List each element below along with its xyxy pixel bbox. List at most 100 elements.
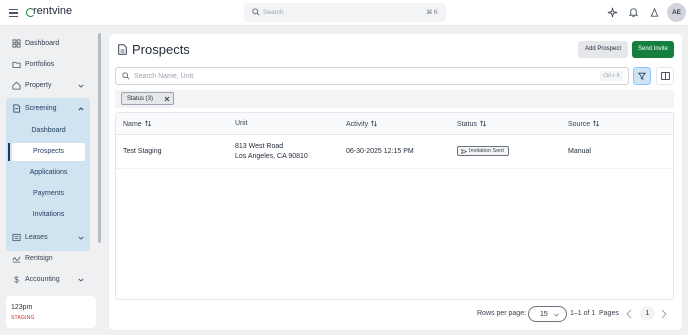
sparkle-icon[interactable] xyxy=(607,7,618,18)
sidebar-item-label: Portfolios xyxy=(25,61,55,68)
subitem-label: Applications xyxy=(29,169,68,176)
chevron-right-icon[interactable] xyxy=(660,309,668,319)
app-logo[interactable]: rentvine xyxy=(33,5,72,17)
send-icon xyxy=(461,149,467,154)
column-header-source[interactable]: Source xyxy=(568,120,600,128)
sidebar-item-screening[interactable]: Screening xyxy=(6,101,90,117)
table-header: Name Unit Activity Status Source xyxy=(116,113,673,135)
column-header-name[interactable]: Name xyxy=(123,120,151,128)
cell-source: Manual xyxy=(568,148,591,155)
add-prospect-button[interactable]: Add Prospect xyxy=(578,41,628,58)
sidebar-item-label: Accounting xyxy=(25,276,60,283)
property-icon xyxy=(12,81,21,90)
main-panel: Prospects Add Prospect Send Invite Searc… xyxy=(109,34,682,330)
filter-chip-label: Status (3) xyxy=(127,96,154,102)
search-placeholder: Search xyxy=(263,9,284,16)
filter-button[interactable] xyxy=(633,67,651,85)
chevron-left-icon[interactable] xyxy=(625,309,633,319)
search-icon xyxy=(252,8,260,16)
subitem-label: Invitations xyxy=(32,211,65,218)
cell-activity: 06-30-2025 12:15 PM xyxy=(346,148,414,155)
subitem-label: Prospects xyxy=(32,148,65,155)
sidebar-subitem-prospects[interactable]: Prospects xyxy=(8,143,85,161)
sort-icon xyxy=(593,120,600,127)
chevron-down-icon xyxy=(554,313,559,317)
sidebar-subitem-dashboard[interactable]: Dashboard xyxy=(12,122,85,140)
cell-unit-line2: Los Angeles, CA 90810 xyxy=(235,153,308,160)
environment-badge: STAGING xyxy=(11,315,35,321)
columns-button[interactable] xyxy=(656,67,674,85)
page-title: Prospects xyxy=(132,42,190,57)
top-bar: rentvine Search ⌘ K AE xyxy=(0,0,688,26)
pagination-range: 1–1 of 1 xyxy=(570,310,596,317)
column-label: Unit xyxy=(235,120,248,127)
svg-text:$: $ xyxy=(14,276,19,284)
sidebar-subitem-payments[interactable]: Payments xyxy=(12,185,85,203)
column-label: Source xyxy=(568,121,591,128)
rows-per-page-select[interactable]: 15 xyxy=(528,306,567,322)
prospect-search-input[interactable]: Search Name, Unit Ctrl + K xyxy=(115,67,629,85)
sidebar-item-leases[interactable]: Leases xyxy=(6,230,90,246)
status-filter-chip[interactable]: Status (3) xyxy=(121,92,174,105)
prospects-table: Name Unit Activity Status Source Test St… xyxy=(115,112,674,300)
sidebar-item-label: Property xyxy=(25,82,52,89)
signature-icon xyxy=(12,256,21,263)
sort-icon xyxy=(144,120,151,127)
sidebar-item-label: Rentsign xyxy=(25,255,53,262)
sort-icon xyxy=(371,120,378,127)
lease-icon xyxy=(12,233,21,242)
avatar[interactable]: AE xyxy=(667,3,686,22)
search-shortcut: Ctrl + K xyxy=(600,71,623,81)
table-row[interactable]: Test Staging 813 West Road Los Angeles, … xyxy=(116,135,673,169)
bell-icon[interactable] xyxy=(628,7,639,18)
cell-unit-line1: 813 West Road xyxy=(235,143,284,150)
portfolio-icon xyxy=(12,61,21,69)
sidebar: Dashboard Portfolios Property Screening … xyxy=(0,26,104,335)
subitem-label: Payments xyxy=(32,190,65,197)
search-icon xyxy=(122,72,130,80)
menu-icon[interactable] xyxy=(9,9,18,17)
sidebar-item-rentsign[interactable]: Rentsign xyxy=(6,251,90,267)
filter-icon xyxy=(638,72,646,80)
account-switcher[interactable]: 123pm STAGING xyxy=(6,296,96,328)
dashboard-icon xyxy=(12,39,21,48)
columns-icon xyxy=(661,72,670,80)
column-header-activity[interactable]: Activity xyxy=(346,120,378,128)
subitem-label: Dashboard xyxy=(31,127,66,134)
account-name: 123pm xyxy=(11,304,33,311)
column-header-status[interactable]: Status xyxy=(457,120,486,128)
screening-group: Screening Dashboard Prospects Applicatio… xyxy=(6,98,90,251)
document-icon xyxy=(118,44,127,55)
close-icon[interactable] xyxy=(164,96,170,102)
chevron-down-icon xyxy=(78,236,84,240)
chevron-down-icon xyxy=(78,278,84,282)
status-badge: Invitation Sent xyxy=(457,146,509,156)
sidebar-item-label: Leases xyxy=(25,234,48,241)
column-header-unit: Unit xyxy=(235,120,247,127)
sidebar-item-label: Screening xyxy=(25,105,57,112)
cell-name: Test Staging xyxy=(123,148,162,155)
sidebar-item-accounting[interactable]: $ Accounting xyxy=(6,272,90,288)
pages-label: Pages xyxy=(599,310,619,317)
column-label: Status xyxy=(457,121,477,128)
sidebar-item-dashboard[interactable]: Dashboard xyxy=(6,36,90,52)
sidebar-subitem-invitations[interactable]: Invitations xyxy=(12,206,85,224)
search-shortcut: ⌘ K xyxy=(426,10,438,16)
sort-icon xyxy=(479,120,486,127)
global-search-input[interactable]: Search ⌘ K xyxy=(244,3,446,22)
column-label: Activity xyxy=(346,121,369,128)
status-label: Invitation Sent xyxy=(469,148,504,154)
sidebar-item-portfolios[interactable]: Portfolios xyxy=(6,57,90,73)
page-number-button[interactable]: 1 xyxy=(640,306,655,321)
screening-icon xyxy=(13,104,21,113)
user-outline-icon[interactable] xyxy=(649,7,660,18)
rows-per-page-value: 15 xyxy=(540,311,548,318)
column-label: Name xyxy=(123,121,142,128)
sidebar-item-property[interactable]: Property xyxy=(6,78,90,94)
sidebar-subitem-applications[interactable]: Applications xyxy=(12,164,85,182)
sidebar-scrollbar[interactable] xyxy=(98,33,101,243)
send-invite-button[interactable]: Send Invite xyxy=(632,41,674,58)
chevron-up-icon xyxy=(78,107,84,111)
dollar-icon: $ xyxy=(14,276,19,284)
rows-per-page-label: Rows per page: xyxy=(477,310,527,317)
